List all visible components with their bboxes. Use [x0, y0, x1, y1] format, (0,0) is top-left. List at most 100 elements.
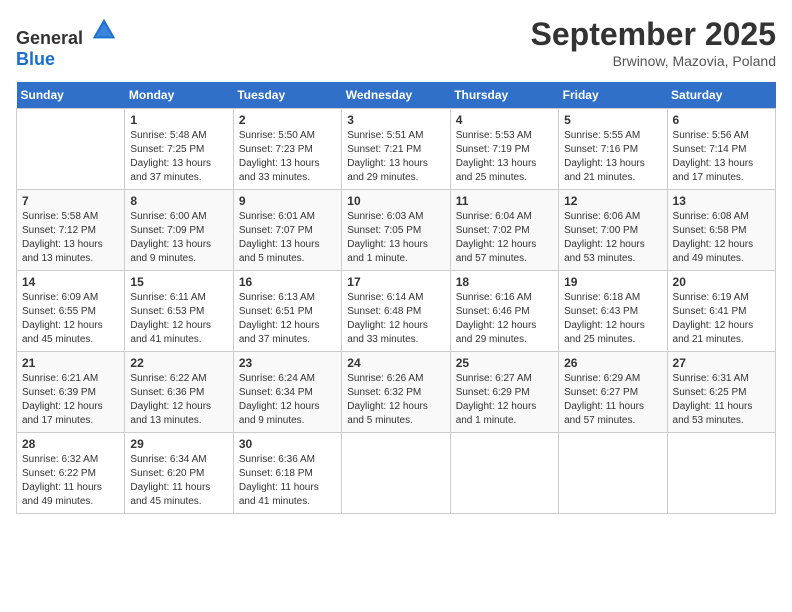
- day-info: Sunrise: 6:27 AM Sunset: 6:29 PM Dayligh…: [456, 372, 553, 428]
- day-number: 12: [564, 194, 661, 208]
- day-number: 16: [239, 275, 336, 289]
- day-cell: 16Sunrise: 6:13 AM Sunset: 6:51 PM Dayli…: [233, 271, 341, 352]
- day-number: 3: [347, 113, 444, 127]
- day-info: Sunrise: 6:09 AM Sunset: 6:55 PM Dayligh…: [22, 291, 119, 347]
- day-number: 23: [239, 356, 336, 370]
- week-row-5: 28 Sunrise: 6:32 AM Sunset: 6:22 PM Dayli…: [17, 433, 776, 514]
- day-cell: 11Sunrise: 6:04 AM Sunset: 7:02 PM Dayli…: [450, 190, 558, 271]
- day-cell: 12 Sunrise: 6:06 AM Sunset: 7:00 PM Dayli…: [559, 190, 667, 271]
- day-number: 9: [239, 194, 336, 208]
- day-number: 20: [673, 275, 770, 289]
- day-number: 13: [673, 194, 770, 208]
- day-info: Sunrise: 6:34 AM Sunset: 6:20 PM Dayligh…: [130, 453, 227, 509]
- calendar-table: SundayMondayTuesdayWednesdayThursdayFrid…: [16, 82, 776, 514]
- day-info: Sunrise: 5:55 AM Sunset: 7:16 PM Dayligh…: [564, 129, 661, 185]
- day-info: Sunrise: 6:03 AM Sunset: 7:05 PM Dayligh…: [347, 210, 444, 266]
- day-cell: 14Sunrise: 6:09 AM Sunset: 6:55 PM Dayli…: [17, 271, 125, 352]
- header-thursday: Thursday: [450, 82, 558, 109]
- day-cell: 22 Sunrise: 6:22 AM Sunset: 6:36 PM Dayli…: [125, 352, 233, 433]
- day-cell: 19Sunrise: 6:18 AM Sunset: 6:43 PM Dayli…: [559, 271, 667, 352]
- day-number: 4: [456, 113, 553, 127]
- day-info: Sunrise: 6:01 AM Sunset: 7:07 PM Dayligh…: [239, 210, 336, 266]
- title-block: September 2025 Brwinow, Mazovia, Poland: [531, 16, 776, 69]
- header-friday: Friday: [559, 82, 667, 109]
- day-cell: 3 Sunrise: 5:51 AM Sunset: 7:21 PM Daylig…: [342, 109, 450, 190]
- day-number: 25: [456, 356, 553, 370]
- day-info: Sunrise: 6:11 AM Sunset: 6:53 PM Dayligh…: [130, 291, 227, 347]
- week-row-4: 21Sunrise: 6:21 AM Sunset: 6:39 PM Dayli…: [17, 352, 776, 433]
- day-info: Sunrise: 6:19 AM Sunset: 6:41 PM Dayligh…: [673, 291, 770, 347]
- month-title: September 2025: [531, 16, 776, 53]
- day-number: 22: [130, 356, 227, 370]
- day-info: Sunrise: 5:58 AM Sunset: 7:12 PM Dayligh…: [22, 210, 119, 266]
- day-number: 1: [130, 113, 227, 127]
- day-cell: 4 Sunrise: 5:53 AM Sunset: 7:19 PM Daylig…: [450, 109, 558, 190]
- day-number: 5: [564, 113, 661, 127]
- page-header: General Blue September 2025 Brwinow, Maz…: [16, 16, 776, 70]
- day-number: 15: [130, 275, 227, 289]
- header-wednesday: Wednesday: [342, 82, 450, 109]
- day-cell: 20 Sunrise: 6:19 AM Sunset: 6:41 PM Dayli…: [667, 271, 775, 352]
- day-number: 10: [347, 194, 444, 208]
- day-cell: [450, 433, 558, 514]
- day-number: 7: [22, 194, 119, 208]
- logo: General Blue: [16, 16, 118, 70]
- calendar-header-row: SundayMondayTuesdayWednesdayThursdayFrid…: [17, 82, 776, 109]
- day-cell: 7 Sunrise: 5:58 AM Sunset: 7:12 PM Daylig…: [17, 190, 125, 271]
- header-monday: Monday: [125, 82, 233, 109]
- day-info: Sunrise: 6:00 AM Sunset: 7:09 PM Dayligh…: [130, 210, 227, 266]
- day-number: 2: [239, 113, 336, 127]
- day-info: Sunrise: 6:36 AM Sunset: 6:18 PM Dayligh…: [239, 453, 336, 509]
- day-info: Sunrise: 6:04 AM Sunset: 7:02 PM Dayligh…: [456, 210, 553, 266]
- day-cell: 25 Sunrise: 6:27 AM Sunset: 6:29 PM Dayli…: [450, 352, 558, 433]
- day-number: 27: [673, 356, 770, 370]
- day-number: 29: [130, 437, 227, 451]
- day-info: Sunrise: 6:14 AM Sunset: 6:48 PM Dayligh…: [347, 291, 444, 347]
- day-info: Sunrise: 5:51 AM Sunset: 7:21 PM Dayligh…: [347, 129, 444, 185]
- logo-icon: [90, 16, 118, 44]
- header-saturday: Saturday: [667, 82, 775, 109]
- day-cell: 6 Sunrise: 5:56 AM Sunset: 7:14 PM Daylig…: [667, 109, 775, 190]
- day-cell: 2Sunrise: 5:50 AM Sunset: 7:23 PM Daylig…: [233, 109, 341, 190]
- day-info: Sunrise: 6:21 AM Sunset: 6:39 PM Dayligh…: [22, 372, 119, 428]
- logo-text: General Blue: [16, 16, 118, 70]
- day-cell: [342, 433, 450, 514]
- day-cell: 10 Sunrise: 6:03 AM Sunset: 7:05 PM Dayli…: [342, 190, 450, 271]
- logo-general: General: [16, 28, 83, 48]
- logo-blue: Blue: [16, 49, 55, 69]
- day-cell: 27 Sunrise: 6:31 AM Sunset: 6:25 PM Dayli…: [667, 352, 775, 433]
- day-cell: 9 Sunrise: 6:01 AM Sunset: 7:07 PM Daylig…: [233, 190, 341, 271]
- day-cell: 18 Sunrise: 6:16 AM Sunset: 6:46 PM Dayli…: [450, 271, 558, 352]
- day-cell: 8 Sunrise: 6:00 AM Sunset: 7:09 PM Daylig…: [125, 190, 233, 271]
- day-info: Sunrise: 6:32 AM Sunset: 6:22 PM Dayligh…: [22, 453, 119, 509]
- day-cell: 13Sunrise: 6:08 AM Sunset: 6:58 PM Dayli…: [667, 190, 775, 271]
- day-number: 19: [564, 275, 661, 289]
- header-sunday: Sunday: [17, 82, 125, 109]
- week-row-3: 14Sunrise: 6:09 AM Sunset: 6:55 PM Dayli…: [17, 271, 776, 352]
- day-info: Sunrise: 6:06 AM Sunset: 7:00 PM Dayligh…: [564, 210, 661, 266]
- day-cell: 17 Sunrise: 6:14 AM Sunset: 6:48 PM Dayli…: [342, 271, 450, 352]
- day-number: 24: [347, 356, 444, 370]
- day-info: Sunrise: 5:48 AM Sunset: 7:25 PM Dayligh…: [130, 129, 227, 185]
- location-subtitle: Brwinow, Mazovia, Poland: [531, 53, 776, 69]
- day-info: Sunrise: 5:56 AM Sunset: 7:14 PM Dayligh…: [673, 129, 770, 185]
- day-info: Sunrise: 6:31 AM Sunset: 6:25 PM Dayligh…: [673, 372, 770, 428]
- day-number: 6: [673, 113, 770, 127]
- day-info: Sunrise: 6:26 AM Sunset: 6:32 PM Dayligh…: [347, 372, 444, 428]
- header-tuesday: Tuesday: [233, 82, 341, 109]
- week-row-2: 7 Sunrise: 5:58 AM Sunset: 7:12 PM Daylig…: [17, 190, 776, 271]
- day-number: 18: [456, 275, 553, 289]
- day-info: Sunrise: 6:16 AM Sunset: 6:46 PM Dayligh…: [456, 291, 553, 347]
- day-number: 8: [130, 194, 227, 208]
- day-number: 17: [347, 275, 444, 289]
- week-row-1: 1 Sunrise: 5:48 AM Sunset: 7:25 PM Daylig…: [17, 109, 776, 190]
- day-info: Sunrise: 6:22 AM Sunset: 6:36 PM Dayligh…: [130, 372, 227, 428]
- day-cell: [667, 433, 775, 514]
- day-info: Sunrise: 6:24 AM Sunset: 6:34 PM Dayligh…: [239, 372, 336, 428]
- day-cell: 24 Sunrise: 6:26 AM Sunset: 6:32 PM Dayli…: [342, 352, 450, 433]
- day-cell: [17, 109, 125, 190]
- day-number: 28: [22, 437, 119, 451]
- day-info: Sunrise: 5:53 AM Sunset: 7:19 PM Dayligh…: [456, 129, 553, 185]
- day-cell: 26Sunrise: 6:29 AM Sunset: 6:27 PM Dayli…: [559, 352, 667, 433]
- day-number: 26: [564, 356, 661, 370]
